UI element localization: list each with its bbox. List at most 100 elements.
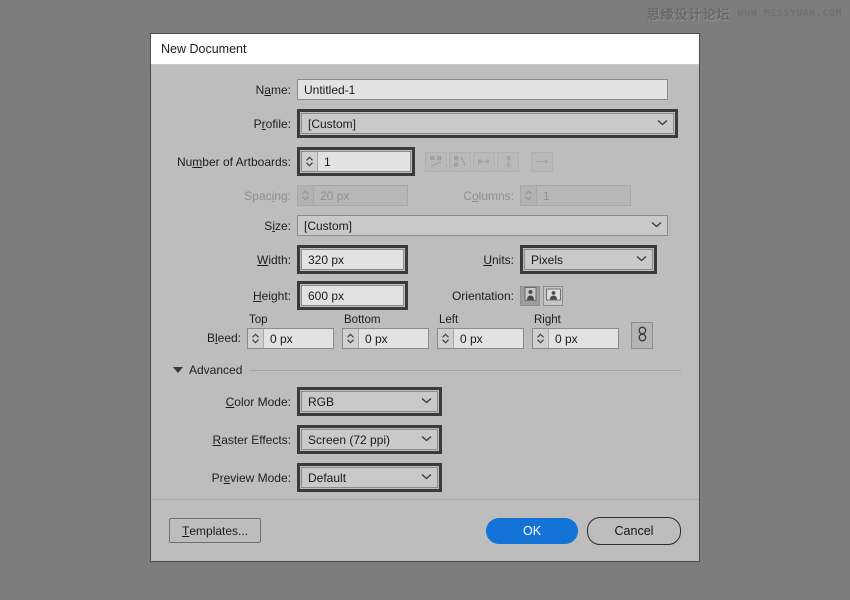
name-input[interactable]: Untitled-1 [297,79,668,100]
name-row: Name: Untitled-1 [169,79,681,100]
color-mode-select-focus: RGB [297,387,442,416]
width-input-focus: 320 px [297,245,408,274]
bleed-bottom-column: Bottom 0 px [342,314,429,349]
bleed-left-stepper[interactable] [438,329,454,348]
bleed-top-column: Top 0 px [247,314,334,349]
bleed-left-input[interactable]: 0 px [437,328,524,349]
bleed-left-header: Left [439,314,459,326]
orientation-portrait-button[interactable] [520,285,540,306]
grid-by-row-icon-button [425,151,447,172]
artboards-label: Number of Artboards: [176,154,291,169]
arrange-by-column-icon [502,155,515,169]
dialog-title: New Document [161,42,247,56]
orientation-landscape-button[interactable] [543,285,563,306]
advanced-section-header[interactable]: Advanced [173,363,681,377]
bleed-bottom-input[interactable]: 0 px [342,328,429,349]
bleed-right-column: Right 0 px [532,314,619,349]
bleed-top-stepper[interactable] [248,329,264,348]
raster-effects-row: Raster Effects: Screen (72 ppi) [169,425,681,454]
width-label: Width: [256,252,291,267]
bleed-right-header: Right [534,314,561,326]
site-watermark: 思缘设计论坛 WWW.MISSYUAN.COM [647,4,842,23]
height-orientation-row: Height: 600 px Orientation: [169,281,681,310]
preview-mode-select-focus: Default [297,463,442,492]
raster-effects-label: Raster Effects: [212,432,291,447]
color-mode-row: Color Mode: RGB [169,387,681,416]
spacing-label: Spacing: [244,188,291,203]
dialog-footer: Templates... OK Cancel [151,499,699,561]
bleed-bottom-stepper[interactable] [343,329,359,348]
units-select-value: Pixels [531,252,564,267]
chevron-down-icon [636,255,647,264]
bleed-bottom-value: 0 px [365,331,388,346]
raster-effects-select[interactable]: Screen (72 ppi) [301,429,438,450]
columns-label: Columns: [463,188,514,203]
cancel-button[interactable]: Cancel [587,516,681,545]
units-label: Units: [483,252,514,267]
color-mode-select[interactable]: RGB [301,391,438,412]
arrange-by-column-icon-button [497,151,519,172]
arrange-by-row-icon [477,155,491,168]
portrait-icon [524,287,537,304]
preview-mode-select-value: Default [308,470,347,485]
height-input-focus: 600 px [297,281,408,310]
bleed-row: Bleed: Top 0 px Bottom 0 px Left 0 px Ri… [169,314,681,349]
orientation-label: Orientation: [451,288,514,303]
preview-mode-row: Preview Mode: Default [169,463,681,492]
dialog-titlebar: New Document [151,34,699,65]
profile-select[interactable]: [Custom] [301,113,674,134]
bleed-label: Bleed: [206,331,241,345]
arrange-by-row-icon-button [473,151,495,172]
color-mode-label: Color Mode: [225,394,291,409]
name-label: Name: [255,82,291,97]
columns-value: 1 [543,188,550,203]
templates-button[interactable]: Templates... [169,518,262,543]
grid-by-column-icon-button [449,151,471,172]
change-to-right-to-left-layout-icon [535,156,550,167]
chevron-down-icon [421,435,432,444]
grid-by-row-icon [429,155,443,168]
spacing-value: 20 px [320,188,350,203]
artboards-stepper[interactable] [302,152,318,171]
profile-select-focus: [Custom] [297,109,678,138]
chain-link-icon [637,326,648,345]
bleed-right-input[interactable]: 0 px [532,328,619,349]
bleed-top-header: Top [249,314,268,326]
preview-mode-select[interactable]: Default [301,467,438,488]
landscape-icon [545,288,561,304]
raster-effects-select-value: Screen (72 ppi) [308,432,391,447]
grid-by-column-icon [453,155,467,168]
artboards-input[interactable]: 1 [301,151,411,172]
size-select[interactable]: [Custom] [297,215,668,236]
bleed-right-stepper[interactable] [533,329,549,348]
watermark-url-text: WWW.MISSYUAN.COM [737,8,842,19]
bleed-link-button[interactable] [631,322,653,349]
advanced-divider [250,369,681,371]
size-label: Size: [264,218,291,233]
bleed-top-input[interactable]: 0 px [247,328,334,349]
bleed-right-value: 0 px [555,331,578,346]
spacing-stepper [298,186,314,205]
chevron-down-icon [421,397,432,406]
height-input-value: 600 px [308,288,345,303]
spacing-input: 20 px [297,185,408,206]
bleed-left-column: Left 0 px [437,314,524,349]
new-document-dialog: New Document Name: Untitled-1 Profile: [… [150,33,700,562]
artboards-input-focus: 1 [297,147,415,176]
columns-input: 1 [520,185,631,206]
height-label: Height: [252,288,291,303]
units-select[interactable]: Pixels [524,249,653,270]
width-input[interactable]: 320 px [301,249,404,270]
artboards-value: 1 [324,154,331,169]
profile-select-value: [Custom] [308,116,357,131]
units-select-focus: Pixels [520,245,657,274]
height-input[interactable]: 600 px [301,285,404,306]
preview-mode-label: Preview Mode: [211,470,291,485]
size-select-value: [Custom] [304,218,353,233]
chevron-down-icon [657,119,668,128]
ok-button[interactable]: OK [486,517,578,544]
size-row: Size: [Custom] [169,215,681,236]
bleed-bottom-header: Bottom [344,314,381,326]
chevron-down-icon [421,473,432,482]
footer-action-buttons: OK Cancel [486,516,681,545]
